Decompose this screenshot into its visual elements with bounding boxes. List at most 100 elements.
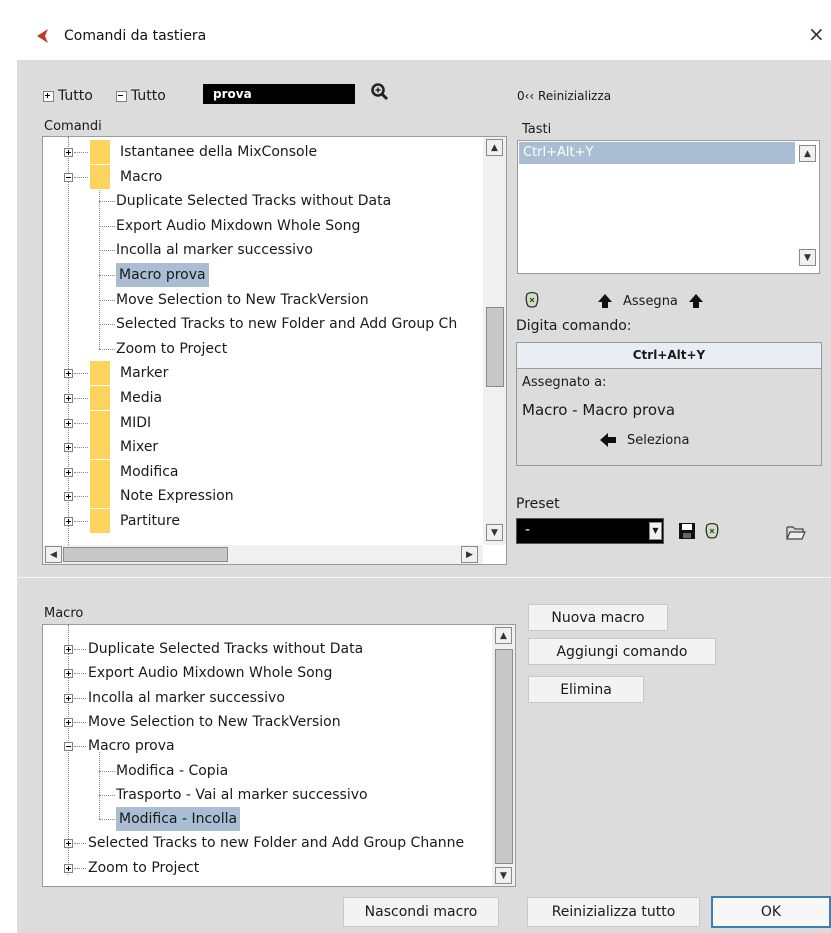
delete-button[interactable]: Elimina: [528, 676, 644, 703]
hscroll-thumb[interactable]: [63, 547, 228, 562]
assign-button[interactable]: Assegna: [597, 293, 704, 309]
scroll-up-icon[interactable]: ▲: [799, 145, 816, 162]
keys-list[interactable]: Ctrl+Alt+Y ▲ ▼: [517, 140, 820, 274]
save-icon[interactable]: [678, 522, 696, 540]
macro-row[interactable]: Selected Tracks to new Folder and Add Gr…: [43, 831, 491, 855]
key-item[interactable]: Ctrl+Alt+Y: [519, 142, 795, 164]
open-folder-icon[interactable]: [786, 524, 806, 540]
type-command-field[interactable]: Ctrl+Alt+Y: [517, 343, 821, 369]
macro-command-row[interactable]: Trasporto - Vai al marker successivo: [43, 783, 491, 807]
expand-icon[interactable]: [64, 418, 73, 428]
expand-icon[interactable]: [64, 863, 73, 873]
delete-preset-icon[interactable]: [703, 522, 721, 540]
row-label: Modifica - Copia: [116, 762, 229, 779]
search-input[interactable]: prova: [203, 84, 355, 104]
expand-icon[interactable]: [64, 148, 73, 157]
close-icon[interactable]: ×: [808, 24, 825, 44]
expand-icon[interactable]: [64, 839, 73, 849]
add-command-button[interactable]: Aggiungi comando: [528, 638, 716, 665]
tree-connector: [74, 496, 88, 498]
folder-row[interactable]: MIDI: [43, 410, 483, 435]
scroll-down-icon[interactable]: ▼: [799, 249, 816, 266]
tree-connector: [74, 521, 88, 522]
ok-button[interactable]: OK: [711, 896, 831, 928]
macro-vscrollbar[interactable]: ▲ ▼: [492, 625, 515, 886]
tree-connector: [74, 697, 86, 699]
scroll-up-icon[interactable]: ▲: [486, 139, 503, 156]
scroll-down-icon[interactable]: ▼: [495, 867, 512, 884]
folder-row[interactable]: Note Expression: [43, 484, 483, 509]
scroll-thumb[interactable]: [486, 307, 504, 387]
macro-row[interactable]: Zoom to Project: [43, 856, 491, 880]
row-label: Move Selection to New TrackVersion: [88, 713, 341, 730]
folder-row[interactable]: Mixer: [43, 435, 483, 460]
macro-row[interactable]: Macro prova: [43, 734, 491, 758]
tree-connector: [74, 649, 86, 650]
preset-select[interactable]: - ▼: [516, 518, 664, 544]
folder-row[interactable]: Macro: [43, 164, 483, 189]
command-row[interactable]: Duplicate Selected Tracks without Data: [43, 189, 483, 213]
scroll-left-icon[interactable]: ◀: [45, 546, 62, 563]
select-button[interactable]: Seleziona: [599, 432, 689, 448]
folder-icon: [90, 164, 110, 189]
commands-vscrollbar[interactable]: ▲ ▼: [483, 137, 506, 545]
search-icon[interactable]: [370, 82, 390, 102]
macro-row[interactable]: Move Selection to New TrackVersion: [43, 710, 491, 734]
expand-icon[interactable]: [64, 369, 73, 379]
command-row[interactable]: Export Audio Mixdown Whole Song: [43, 214, 483, 238]
macro-row[interactable]: Duplicate Selected Tracks without Data: [43, 637, 491, 661]
expand-all-button[interactable]: Tutto: [43, 88, 93, 104]
expand-icon[interactable]: [64, 394, 73, 403]
folder-row[interactable]: Marker: [43, 361, 483, 386]
tree-connector: [99, 794, 115, 796]
cubase-logo-icon: [37, 29, 48, 43]
commands-hscrollbar[interactable]: ◀ ▶: [43, 545, 483, 564]
macro-tree[interactable]: Duplicate Selected Tracks without Data Ex…: [42, 624, 516, 887]
commands-tree[interactable]: Istantanee della MixConsole Macro Duplicat…: [42, 136, 507, 565]
row-label: Selected Tracks to new Folder and Add Gr…: [116, 316, 458, 333]
collapse-icon[interactable]: [64, 172, 73, 182]
commands-header: Comandi: [44, 119, 102, 134]
folder-row[interactable]: Media: [43, 386, 483, 410]
folder-row[interactable]: Istantanee della MixConsole: [43, 140, 483, 164]
new-macro-button[interactable]: Nuova macro: [528, 604, 668, 631]
hide-macro-button[interactable]: Nascondi macro: [343, 897, 499, 927]
macro-row[interactable]: Export Audio Mixdown Whole Song: [43, 661, 491, 685]
scroll-right-icon[interactable]: ▶: [461, 546, 478, 563]
collapse-all-button[interactable]: Tutto: [116, 88, 166, 104]
expand-icon[interactable]: [64, 669, 73, 679]
collapse-all-label: Tutto: [131, 88, 166, 104]
assign-box: Ctrl+Alt+Y Assegnato a: Macro - Macro pr…: [516, 342, 822, 466]
row-label: Duplicate Selected Tracks without Data: [116, 193, 392, 210]
folder-row[interactable]: Modifica: [43, 459, 483, 484]
select-label: Seleziona: [627, 432, 690, 448]
collapse-icon[interactable]: [64, 742, 73, 752]
tree-connector: [99, 770, 115, 772]
scroll-up-icon[interactable]: ▲: [495, 627, 512, 644]
command-row[interactable]: Macro prova: [43, 263, 483, 287]
command-row[interactable]: Zoom to Project: [43, 337, 483, 361]
expand-icon[interactable]: [64, 693, 73, 703]
scroll-down-icon[interactable]: ▼: [486, 524, 503, 541]
expand-icon[interactable]: [64, 517, 73, 526]
macro-command-row[interactable]: Modifica - Copia: [43, 759, 491, 783]
command-row[interactable]: Incolla al marker successivo: [43, 238, 483, 262]
reset-all-button[interactable]: Reinizializza tutto: [527, 897, 700, 927]
expand-icon[interactable]: [64, 645, 73, 654]
erase-key-icon[interactable]: [523, 291, 541, 309]
tree-connector: [99, 201, 115, 203]
row-label: Trasporto - Vai al marker successivo: [116, 786, 368, 803]
macro-command-row[interactable]: Modifica - Incolla: [43, 807, 491, 832]
reset-button[interactable]: 0‹‹ Reinizializza: [517, 89, 611, 103]
chevron-down-icon[interactable]: ▼: [649, 522, 662, 540]
expand-icon[interactable]: [64, 467, 73, 477]
expand-icon[interactable]: [64, 443, 73, 453]
command-row[interactable]: Move Selection to New TrackVersion: [43, 288, 483, 312]
expand-icon[interactable]: [64, 492, 73, 502]
folder-row[interactable]: Partiture: [43, 509, 483, 533]
command-row[interactable]: Selected Tracks to new Folder and Add Gr…: [43, 312, 483, 336]
row-label: Note Expression: [120, 488, 234, 505]
expand-icon[interactable]: [64, 717, 73, 727]
scroll-thumb[interactable]: [495, 649, 513, 864]
macro-row[interactable]: Incolla al marker successivo: [43, 686, 491, 710]
